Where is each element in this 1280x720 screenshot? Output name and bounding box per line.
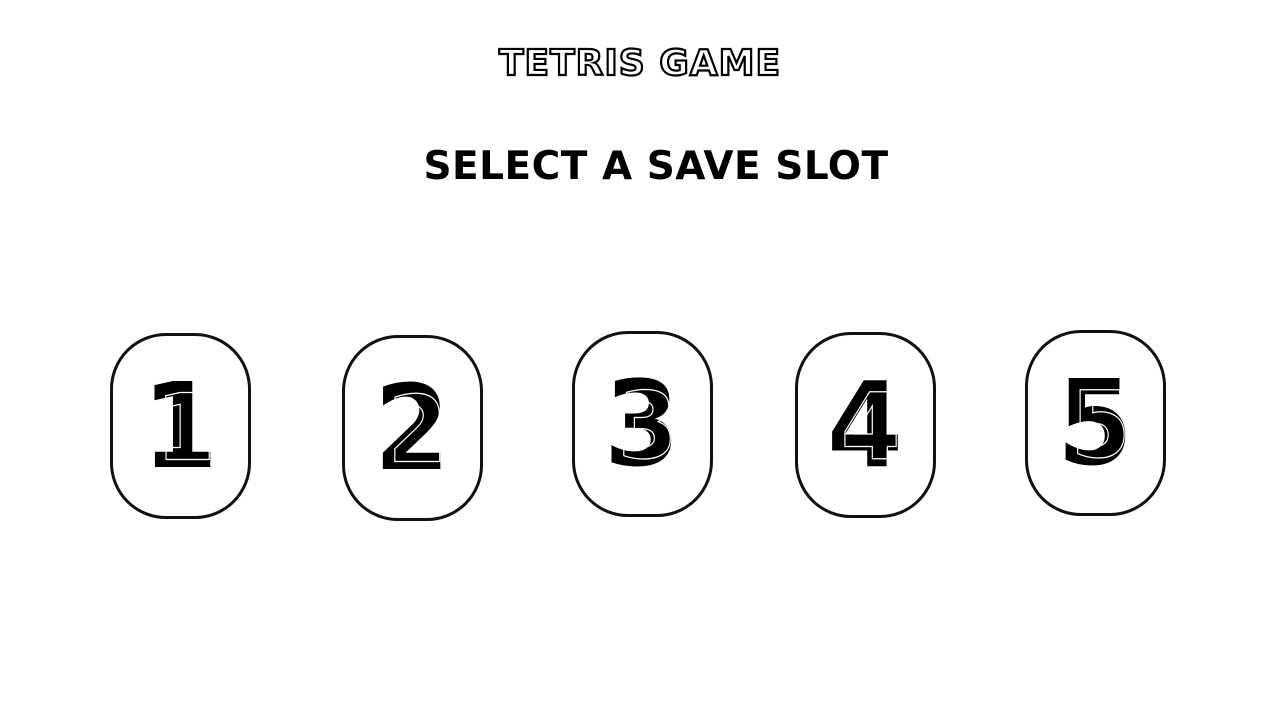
save-slot-2-number: 2	[375, 369, 451, 487]
save-slot-5-button[interactable]: 5	[1025, 330, 1166, 516]
save-slot-5-number: 5	[1058, 364, 1134, 482]
save-slot-2-button[interactable]: 2	[342, 335, 483, 521]
save-slot-4-button[interactable]: 4	[795, 332, 936, 518]
save-slot-4-number: 4	[828, 366, 904, 484]
save-slot-list: 1 2 3 4 5	[0, 0, 1280, 720]
save-slot-1-button[interactable]: 1	[110, 333, 251, 519]
save-slot-3-button[interactable]: 3	[572, 331, 713, 517]
save-slot-1-number: 1	[143, 367, 219, 485]
save-slot-3-number: 3	[605, 365, 681, 483]
